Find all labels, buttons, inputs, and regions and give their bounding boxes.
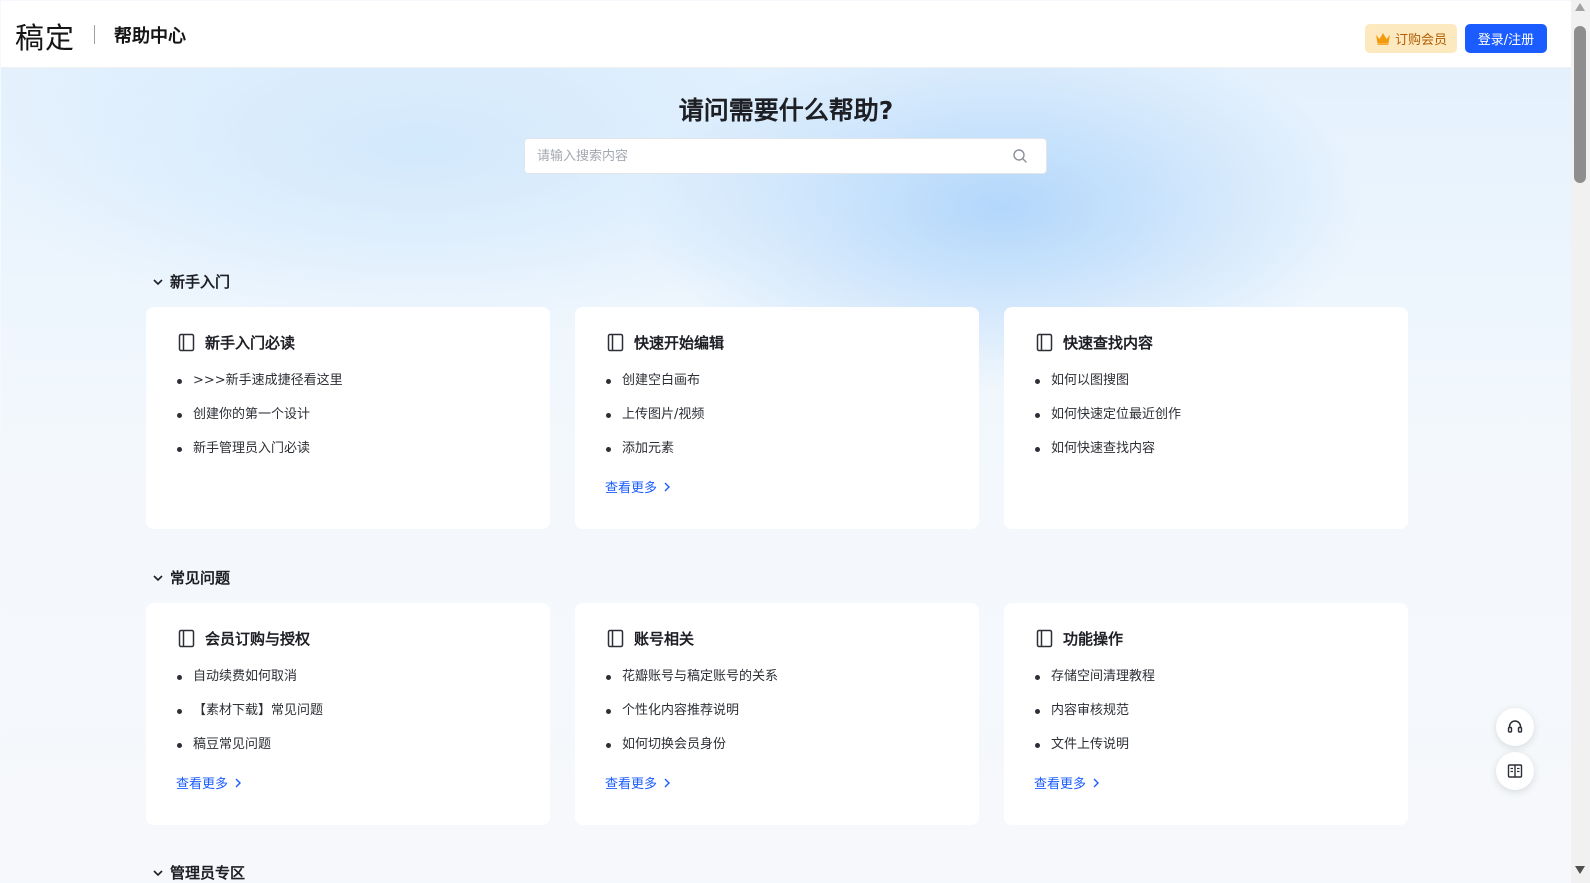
view-more-link[interactable]: 查看更多: [176, 773, 242, 792]
article-link[interactable]: 个性化内容推荐说明: [605, 699, 778, 733]
card-title-text: 账号相关: [634, 630, 695, 648]
search-input[interactable]: [525, 139, 1019, 173]
article-link[interactable]: 如何快速查找内容: [1034, 437, 1181, 471]
section-getting-started[interactable]: 新手入门: [152, 271, 230, 292]
card-title-text: 功能操作: [1063, 630, 1124, 648]
book-icon: [607, 333, 624, 352]
guide-button[interactable]: [1496, 752, 1534, 790]
view-more-link[interactable]: 查看更多: [605, 773, 671, 792]
scroll-up-arrow-icon[interactable]: [1575, 3, 1585, 11]
card-title: 快速开始编辑: [607, 332, 724, 353]
hero-title: 请问需要什么帮助?: [678, 96, 894, 125]
gaoding-logo[interactable]: 稿定: [15, 15, 75, 57]
card-quick-find-content: 快速查找内容 如何以图搜图 如何快速定位最近创作 如何快速查找内容: [1004, 307, 1408, 529]
top-header: 稿定 帮助中心 订购会员 登录/注册: [1, 1, 1571, 68]
article-link[interactable]: 如何快速定位最近创作: [1034, 403, 1181, 437]
article-list: 自动续费如何取消 【素材下载】常见问题 稿豆常见问题: [176, 665, 323, 767]
article-link[interactable]: >>>新手速成捷径看这里: [176, 369, 343, 403]
article-list: 创建空白画布 上传图片/视频 添加元素: [605, 369, 704, 471]
card-title-text: 会员订购与授权: [205, 630, 311, 648]
card-feature-operations: 功能操作 存储空间清理教程 内容审核规范 文件上传说明 查看更多: [1004, 603, 1408, 825]
view-more-label: 查看更多: [176, 777, 229, 792]
view-more-label: 查看更多: [1034, 777, 1087, 792]
card-title-text: 快速查找内容: [1063, 334, 1154, 352]
view-more-link[interactable]: 查看更多: [605, 477, 671, 496]
article-link[interactable]: 上传图片/视频: [605, 403, 704, 437]
card-title: 会员订购与授权: [178, 628, 310, 649]
search-box: [524, 138, 1047, 174]
section-title: 常见问题: [170, 569, 231, 587]
card-title: 功能操作: [1036, 628, 1123, 649]
view-more-link[interactable]: 查看更多: [1034, 773, 1100, 792]
article-link[interactable]: 稿豆常见问题: [176, 733, 323, 767]
book-icon: [178, 333, 195, 352]
section-faq[interactable]: 常见问题: [152, 567, 230, 588]
article-link[interactable]: 如何以图搜图: [1034, 369, 1181, 403]
card-title: 快速查找内容: [1036, 332, 1153, 353]
article-link[interactable]: 创建你的第一个设计: [176, 403, 343, 437]
section-title: 管理员专区: [170, 864, 246, 882]
subscribe-member-label: 订购会员: [1394, 33, 1447, 48]
article-link[interactable]: 存储空间清理教程: [1034, 665, 1155, 699]
article-list: 花瓣账号与稿定账号的关系 个性化内容推荐说明 如何切换会员身份: [605, 665, 778, 767]
scrollbar-thumb[interactable]: [1574, 26, 1586, 183]
chevron-down-icon: [153, 574, 163, 581]
article-link[interactable]: 新手管理员入门必读: [176, 437, 343, 471]
article-link[interactable]: 添加元素: [605, 437, 704, 471]
card-title: 新手入门必读: [178, 332, 295, 353]
scroll-down-arrow-icon[interactable]: [1575, 866, 1585, 874]
article-list: 如何以图搜图 如何快速定位最近创作 如何快速查找内容: [1034, 369, 1181, 471]
book-open-icon: [1507, 764, 1523, 778]
subscribe-member-button[interactable]: 订购会员: [1365, 24, 1457, 53]
customer-service-button[interactable]: [1496, 708, 1534, 746]
crown-icon: [1375, 33, 1390, 45]
help-center-title: 帮助中心: [114, 26, 186, 47]
card-membership-licensing: 会员订购与授权 自动续费如何取消 【素材下载】常见问题 稿豆常见问题 查看更多: [146, 603, 550, 825]
article-list: 存储空间清理教程 内容审核规范 文件上传说明: [1034, 665, 1155, 767]
chevron-right-icon: [664, 778, 671, 787]
article-link[interactable]: 如何切换会员身份: [605, 733, 778, 767]
article-link[interactable]: 创建空白画布: [605, 369, 704, 403]
card-title: 账号相关: [607, 628, 694, 649]
logo-divider: [94, 25, 95, 44]
page-scrollbar[interactable]: [1571, 0, 1590, 883]
card-title-text: 新手入门必读: [205, 334, 296, 352]
book-icon: [1036, 629, 1053, 648]
chevron-right-icon: [664, 482, 671, 491]
book-icon: [1036, 333, 1053, 352]
article-link[interactable]: 【素材下载】常见问题: [176, 699, 323, 733]
article-link[interactable]: 内容审核规范: [1034, 699, 1155, 733]
section-title: 新手入门: [170, 273, 231, 291]
chevron-right-icon: [235, 778, 242, 787]
card-quick-start-editing: 快速开始编辑 创建空白画布 上传图片/视频 添加元素 查看更多: [575, 307, 979, 529]
login-register-button[interactable]: 登录/注册: [1465, 24, 1547, 53]
card-title-text: 快速开始编辑: [634, 334, 725, 352]
help-center-page: 稿定 帮助中心 订购会员 登录/注册 请问需要什么帮助? 新手入门 新手入门必读: [1, 1, 1571, 882]
article-link[interactable]: 文件上传说明: [1034, 733, 1155, 767]
chevron-down-icon: [153, 869, 163, 876]
chevron-right-icon: [1093, 778, 1100, 787]
book-icon: [607, 629, 624, 648]
view-more-label: 查看更多: [605, 777, 658, 792]
view-more-label: 查看更多: [605, 481, 658, 496]
card-beginner-must-read: 新手入门必读 >>>新手速成捷径看这里 创建你的第一个设计 新手管理员入门必读: [146, 307, 550, 529]
section-admin-zone[interactable]: 管理员专区: [152, 862, 245, 882]
headset-icon: [1507, 720, 1523, 733]
card-account: 账号相关 花瓣账号与稿定账号的关系 个性化内容推荐说明 如何切换会员身份 查看更…: [575, 603, 979, 825]
search-icon[interactable]: [1012, 148, 1028, 164]
article-link[interactable]: 自动续费如何取消: [176, 665, 323, 699]
chevron-down-icon: [153, 278, 163, 285]
article-list: >>>新手速成捷径看这里 创建你的第一个设计 新手管理员入门必读: [176, 369, 343, 471]
article-link[interactable]: 花瓣账号与稿定账号的关系: [605, 665, 778, 699]
book-icon: [178, 629, 195, 648]
